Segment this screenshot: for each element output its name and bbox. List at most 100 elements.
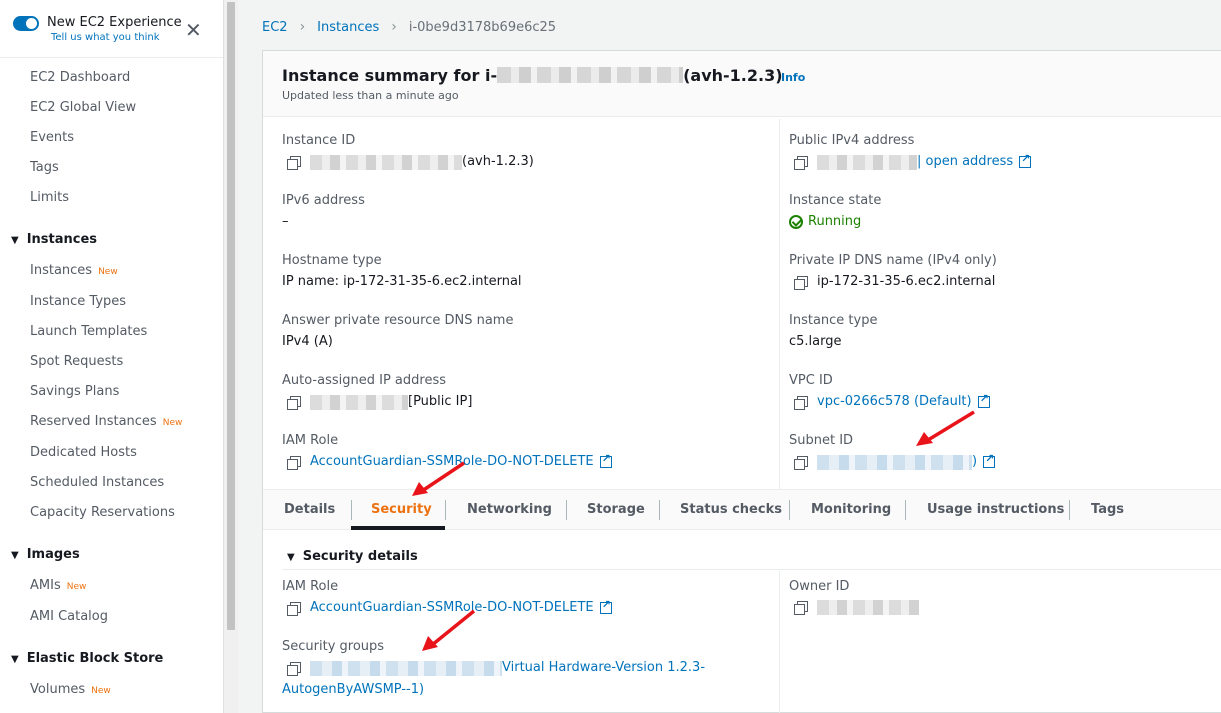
caret-down-icon: ▼: [287, 552, 295, 563]
check-circle-icon: [789, 215, 803, 229]
copy-icon[interactable]: [287, 395, 301, 410]
sidebar-item-instance-types[interactable]: Instance Types: [30, 294, 126, 310]
breadcrumb-ec2[interactable]: EC2: [262, 20, 288, 35]
tab-security[interactable]: Security: [371, 502, 432, 517]
redacted-value: [310, 154, 462, 170]
sec-iam-role-link[interactable]: AccountGuardian-SSMRole-DO-NOT-DELETE: [310, 600, 594, 616]
copy-icon[interactable]: [287, 601, 301, 616]
redacted-value: [817, 600, 919, 615]
updated-timestamp: Updated less than a minute ago: [282, 89, 459, 102]
section-divider: [282, 569, 1221, 570]
sidebar-item-capacity-reservations[interactable]: Capacity Reservations: [30, 505, 175, 521]
close-icon[interactable]: ✕: [185, 20, 202, 40]
private-dns-value: ip-172-31-35-6.ec2.internal: [794, 274, 995, 290]
sidebar-item-reserved-instances[interactable]: Reserved Instances New: [30, 414, 182, 431]
copy-icon[interactable]: [287, 155, 301, 170]
tab-separator: [659, 500, 660, 520]
tab-separator: [445, 500, 446, 520]
tab-details[interactable]: Details: [284, 502, 335, 517]
sidebar-item-ami-catalog[interactable]: AMI Catalog: [30, 609, 108, 625]
copy-icon[interactable]: [287, 661, 301, 676]
ipv6-value: –: [282, 214, 289, 229]
new-experience-title: New EC2 Experience: [47, 15, 182, 30]
copy-icon[interactable]: [794, 395, 808, 410]
private-dns-label: Private IP DNS name (IPv4 only): [789, 253, 997, 268]
breadcrumb-current: i-0be9d3178b69e6c25: [408, 19, 557, 35]
hostname-type-value: IP name: ip-172-31-35-6.ec2.internal: [282, 274, 522, 289]
sidebar-item-ec2-global-view[interactable]: EC2 Global View: [30, 100, 136, 116]
tab-separator: [905, 500, 906, 520]
external-link-icon[interactable]: [977, 391, 990, 408]
page-title: Instance summary for i- (avh-1.2.3): [282, 66, 783, 85]
security-details-header[interactable]: ▼ Security details: [287, 549, 418, 564]
breadcrumb-instances[interactable]: Instances: [317, 20, 379, 35]
tab-separator: [351, 500, 352, 520]
tab-separator: [1069, 500, 1070, 520]
copy-icon[interactable]: [794, 275, 808, 290]
column-divider: [779, 571, 780, 713]
copy-icon[interactable]: [794, 601, 808, 615]
sidebar-item-spot-requests[interactable]: Spot Requests: [30, 354, 123, 370]
new-badge: New: [98, 267, 118, 277]
sec-iam-role-label: IAM Role: [282, 579, 339, 594]
tab-monitoring[interactable]: Monitoring: [811, 502, 891, 517]
tab-networking[interactable]: Networking: [467, 502, 552, 517]
redacted-value: [817, 154, 917, 170]
sidebar-section-images[interactable]: ▼ Images: [11, 547, 80, 564]
sidebar-item-launch-templates[interactable]: Launch Templates: [30, 324, 147, 340]
sidebar-scrollbar-thumb[interactable]: [227, 2, 235, 630]
chevron-right-icon: ›: [391, 19, 397, 35]
tab-usage-instructions[interactable]: Usage instructions: [927, 502, 1064, 517]
subnet-id-label: Subnet ID: [789, 433, 854, 448]
caret-down-icon: ▼: [11, 235, 19, 246]
breadcrumb: EC2 › Instances › i-0be9d3178b69e6c25: [262, 19, 556, 35]
sidebar-item-volumes[interactable]: Volumes New: [30, 682, 111, 699]
sidebar-item-dedicated-hosts[interactable]: Dedicated Hosts: [30, 445, 137, 461]
answer-dns-value: IPv4 (A): [282, 334, 333, 349]
external-link-icon[interactable]: [1019, 151, 1032, 168]
instance-summary-panel: Instance summary for i- (avh-1.2.3) Info …: [262, 50, 1221, 713]
feedback-link[interactable]: Tell us what you think: [51, 31, 182, 45]
tab-status-checks[interactable]: Status checks: [680, 502, 782, 517]
sidebar-item-limits[interactable]: Limits: [30, 190, 69, 206]
public-ipv4-label: Public IPv4 address: [789, 133, 915, 148]
copy-icon[interactable]: [287, 455, 301, 470]
vpc-id-link[interactable]: vpc-0266c578 (Default): [817, 394, 972, 410]
redacted-security-group[interactable]: [310, 660, 502, 676]
sidebar-item-ec2-dashboard[interactable]: EC2 Dashboard: [30, 70, 130, 86]
copy-icon[interactable]: [794, 455, 808, 470]
sidebar-divider: [0, 57, 223, 58]
sidebar-item-scheduled-instances[interactable]: Scheduled Instances: [30, 475, 164, 491]
owner-id-label: Owner ID: [789, 579, 850, 594]
security-group-link-cont[interactable]: AutogenByAWSMP--1): [282, 682, 424, 698]
new-badge: New: [91, 686, 111, 696]
new-experience-toggle[interactable]: [13, 16, 39, 31]
chevron-right-icon: ›: [299, 19, 306, 35]
vpc-id-label: VPC ID: [789, 373, 833, 388]
auto-ip-value: [Public IP]: [287, 394, 472, 410]
instance-type-value: c5.large: [789, 334, 842, 349]
info-link[interactable]: Info: [781, 71, 805, 84]
external-link-icon[interactable]: [599, 597, 612, 614]
hostname-type-label: Hostname type: [282, 253, 382, 268]
sidebar-section-ebs[interactable]: ▼ Elastic Block Store: [11, 651, 163, 668]
external-link-icon[interactable]: [983, 451, 996, 468]
sidebar-item-instances[interactable]: Instances New: [30, 263, 118, 280]
answer-dns-label: Answer private resource DNS name: [282, 313, 514, 328]
copy-icon[interactable]: [794, 155, 808, 170]
sidebar-item-amis[interactable]: AMIs New: [30, 578, 86, 595]
sec-iam-role-value: AccountGuardian-SSMRole-DO-NOT-DELETE: [287, 597, 612, 616]
sidebar-item-events[interactable]: Events: [30, 130, 74, 146]
tab-tags[interactable]: Tags: [1091, 502, 1124, 517]
sidebar-section-instances[interactable]: ▼ Instances: [11, 232, 97, 249]
sidebar-item-tags[interactable]: Tags: [30, 160, 59, 176]
redacted-subnet-link[interactable]: [817, 454, 972, 470]
open-address-link[interactable]: | open address: [917, 154, 1013, 170]
sidebar-item-savings-plans[interactable]: Savings Plans: [30, 384, 119, 400]
instance-type-label: Instance type: [789, 313, 878, 328]
caret-down-icon: ▼: [11, 550, 19, 561]
iam-role-link[interactable]: AccountGuardian-SSMRole-DO-NOT-DELETE: [310, 454, 594, 470]
security-group-link[interactable]: Virtual Hardware-Version 1.2.3-: [502, 660, 705, 676]
external-link-icon[interactable]: [599, 451, 612, 468]
tab-storage[interactable]: Storage: [587, 502, 645, 517]
